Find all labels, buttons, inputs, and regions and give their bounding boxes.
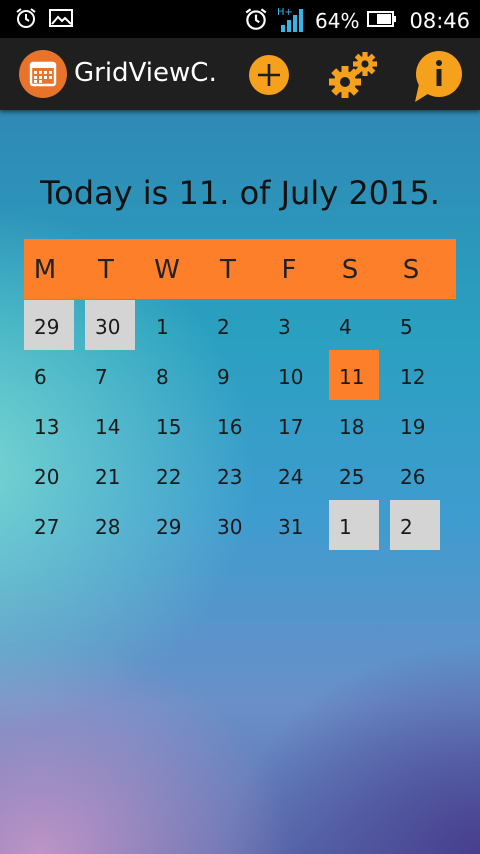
weekday-header: MTWTFSS [24, 239, 456, 299]
alarm-icon [243, 6, 269, 36]
content-area: Today is 11. of July 2015. MTWTFSS 29 30 1… [0, 110, 480, 854]
day-cell[interactable]: 17 [268, 400, 318, 450]
weekday-label: S [402, 255, 420, 285]
day-cell[interactable]: 12 [390, 350, 440, 400]
settings-button[interactable] [328, 50, 380, 100]
today-label: Today is 11. of July 2015. [40, 174, 440, 212]
day-cell[interactable]: 30 [85, 300, 135, 350]
svg-text:H+: H+ [277, 7, 293, 18]
day-cell[interactable]: 1 [329, 500, 379, 550]
day-cell[interactable]: 20 [24, 450, 74, 500]
weekday-label: S [341, 255, 359, 285]
alarm-icon [14, 6, 38, 34]
signal-icon: H+ [277, 5, 307, 37]
weekday-label: M [33, 255, 57, 285]
weekday-label: T [98, 255, 114, 285]
day-cell[interactable]: 14 [85, 400, 135, 450]
weekday-label: F [281, 255, 297, 285]
day-cell[interactable]: 22 [146, 450, 196, 500]
day-cell[interactable]: 23 [207, 450, 257, 500]
day-cell[interactable]: 21 [85, 450, 135, 500]
day-cell[interactable]: 13 [24, 400, 74, 450]
day-cell[interactable]: 19 [390, 400, 440, 450]
day-cell[interactable]: 8 [146, 350, 196, 400]
day-cell[interactable]: 4 [329, 300, 379, 350]
settings-icon [328, 52, 380, 104]
image-icon [48, 6, 74, 34]
weekday-label: W [154, 255, 180, 285]
day-cell[interactable]: 28 [85, 500, 135, 550]
battery-percent: 64% [315, 9, 360, 33]
day-cell[interactable]: 6 [24, 350, 74, 400]
day-cell[interactable]: 25 [329, 450, 379, 500]
battery-icon [367, 10, 397, 32]
day-cell[interactable]: 7 [85, 350, 135, 400]
day-cell[interactable]: 3 [268, 300, 318, 350]
day-cell[interactable]: 31 [268, 500, 318, 550]
day-cell[interactable]: 5 [390, 300, 440, 350]
day-cell[interactable]: 2 [390, 500, 440, 550]
add-button[interactable] [248, 54, 290, 96]
weekday-label: T [220, 255, 236, 285]
day-cell[interactable]: 16 [207, 400, 257, 450]
day-cell[interactable]: 15 [146, 400, 196, 450]
day-cell[interactable]: 30 [207, 500, 257, 550]
day-cell[interactable]: 9 [207, 350, 257, 400]
day-cell[interactable]: 1 [146, 300, 196, 350]
day-cell-today[interactable]: 11 [329, 350, 379, 400]
calendar-icon[interactable] [19, 50, 67, 98]
day-cell[interactable]: 29 [146, 500, 196, 550]
action-bar: GridViewC… [0, 38, 480, 110]
info-icon [413, 51, 465, 108]
day-cell[interactable]: 18 [329, 400, 379, 450]
clock: 08:46 [409, 9, 470, 33]
app-title: GridViewC… [74, 58, 220, 88]
status-bar: H+ 64% 08:46 [0, 0, 480, 38]
info-button[interactable] [413, 50, 465, 104]
day-cell[interactable]: 26 [390, 450, 440, 500]
day-cell[interactable]: 24 [268, 450, 318, 500]
day-cell[interactable]: 29 [24, 300, 74, 350]
add-icon [248, 55, 290, 100]
day-cell[interactable]: 2 [207, 300, 257, 350]
day-cell[interactable]: 27 [24, 500, 74, 550]
day-cell[interactable]: 10 [268, 350, 318, 400]
